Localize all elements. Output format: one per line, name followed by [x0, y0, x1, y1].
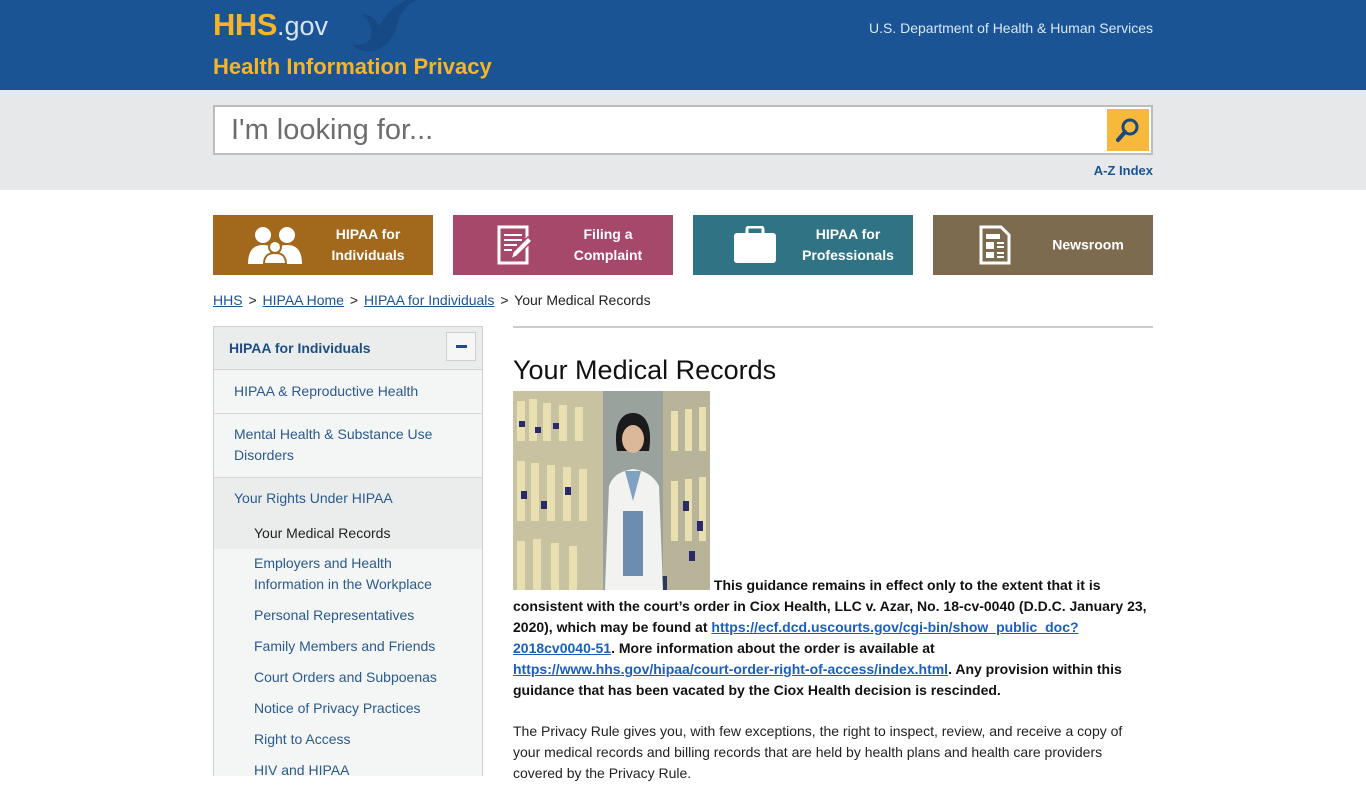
breadcrumb: HHS > HIPAA Home > HIPAA for Individuals…: [213, 292, 651, 308]
hipaa-for-individuals-button[interactable]: HIPAA for Individuals: [213, 215, 433, 275]
notice-text: This guidance remains in effect only to …: [513, 577, 1147, 698]
sidebar-subitem-family-members[interactable]: Family Members and Friends: [214, 631, 482, 662]
sidebar-item-your-rights[interactable]: Your Rights Under HIPAA: [214, 478, 482, 518]
logo-hhs: HHS: [213, 7, 277, 42]
eagle-icon: [351, 0, 417, 52]
department-link[interactable]: U.S. Department of Health & Human Servic…: [869, 20, 1153, 36]
search-input[interactable]: [215, 107, 1095, 153]
form-pencil-icon: [487, 225, 543, 265]
logo-gov: .gov: [276, 11, 328, 41]
sidebar-subitem-personal-representatives[interactable]: Personal Representatives: [214, 600, 482, 631]
sidebar-subitem-court-orders[interactable]: Court Orders and Subpoenas: [214, 662, 482, 693]
divider: [513, 326, 1153, 328]
briefcase-icon: [727, 226, 783, 264]
sidebar-subitem-right-to-access[interactable]: Right to Access: [214, 724, 482, 755]
sidebar-item-your-medical-records[interactable]: Your Medical Records: [214, 518, 482, 549]
breadcrumb-hipaa-home[interactable]: HIPAA Home: [263, 292, 344, 308]
sidebar-subitem-notice-of-privacy[interactable]: Notice of Privacy Practices: [214, 693, 482, 724]
sidebar-item-reproductive-health[interactable]: HIPAA & Reproductive Health: [214, 370, 482, 414]
newspaper-icon: [967, 225, 1023, 265]
button-label: HIPAA for Professionals: [802, 226, 894, 263]
search-icon: [1116, 118, 1139, 142]
main-content: Your Medical Records This guidance remai…: [513, 326, 1153, 784]
minus-icon: [455, 345, 467, 348]
button-label: HIPAA for Individuals: [331, 226, 405, 263]
sidebar-heading-link[interactable]: HIPAA for Individuals: [229, 340, 371, 356]
button-label: Filing a Complaint: [573, 226, 643, 263]
search-box: [213, 105, 1153, 155]
a-z-index-link[interactable]: A-Z Index: [1094, 163, 1153, 178]
search-button[interactable]: [1107, 109, 1149, 151]
page-title: Your Medical Records: [513, 355, 777, 385]
hhs-logo[interactable]: HHS.gov: [213, 8, 328, 43]
breadcrumb-hipaa-for-individuals[interactable]: HIPAA for Individuals: [364, 292, 494, 308]
sidebar-subitem-employers[interactable]: Employers and Health Information in the …: [214, 549, 482, 600]
court-order-info-link[interactable]: https://www.hhs.gov/hipaa/court-order-ri…: [513, 661, 948, 677]
sidebar-subitem-hiv[interactable]: HIV and HIPAA: [214, 755, 482, 786]
breadcrumb-separator: >: [248, 292, 257, 308]
sidebar-item-mental-health[interactable]: Mental Health & Substance Use Disorders: [214, 414, 482, 478]
collapse-button[interactable]: [446, 332, 476, 361]
site-title: Health Information Privacy: [213, 54, 492, 79]
people-icon: [247, 226, 303, 264]
sidebar-nav: HIPAA for Individuals HIPAA & Reproducti…: [213, 326, 483, 778]
newsroom-button[interactable]: Newsroom: [933, 215, 1153, 275]
hipaa-for-professionals-button[interactable]: HIPAA for Professionals: [693, 215, 913, 275]
search-band: A-Z Index: [0, 90, 1366, 190]
breadcrumb-separator: >: [500, 292, 509, 308]
site-header: HHS.gov Health Information Privacy U.S. …: [0, 0, 1366, 90]
audience-nav: HIPAA for Individuals Filing a Complaint H…: [213, 215, 1153, 275]
sidebar-heading: HIPAA for Individuals: [214, 327, 482, 370]
intro-paragraph: The Privacy Rule gives you, with few exc…: [513, 723, 1123, 781]
button-label: Newsroom: [1052, 236, 1124, 253]
breadcrumb-current: Your Medical Records: [514, 292, 651, 308]
court-order-notice: This guidance remains in effect only to …: [513, 391, 1153, 701]
filing-a-complaint-button[interactable]: Filing a Complaint: [453, 215, 673, 275]
medical-records-photo: [513, 391, 710, 590]
breadcrumb-separator: >: [349, 292, 359, 308]
breadcrumb-hhs[interactable]: HHS: [213, 292, 243, 308]
